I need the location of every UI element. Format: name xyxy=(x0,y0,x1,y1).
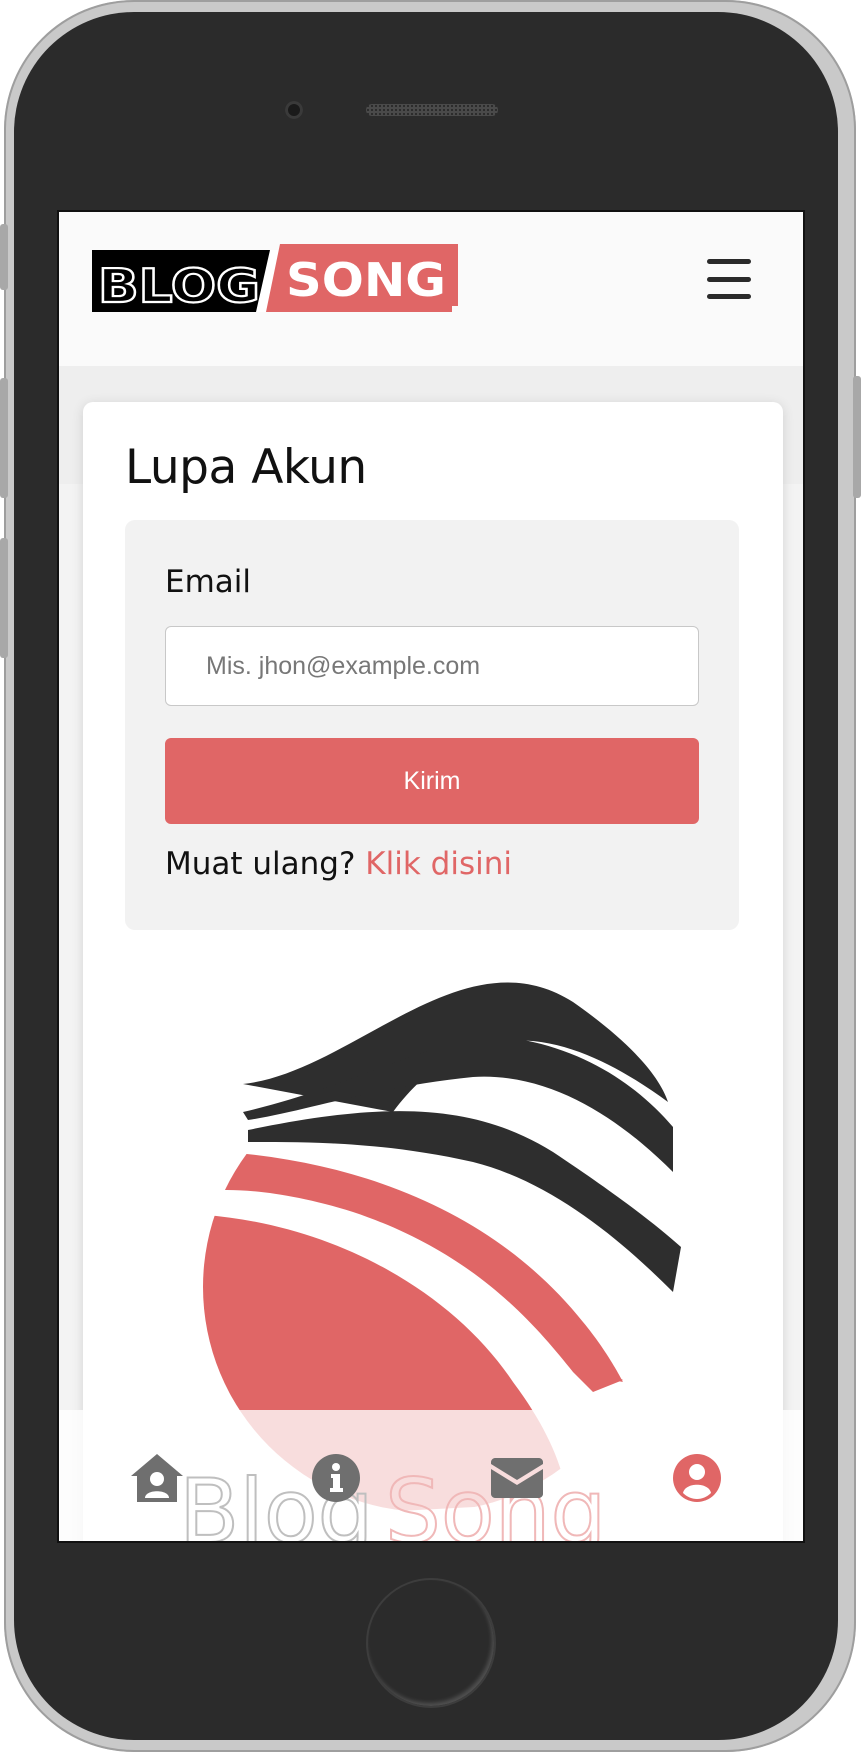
earpiece-speaker xyxy=(366,104,498,116)
nav-message-button[interactable] xyxy=(489,1450,545,1506)
forgot-account-card: Lupa Akun Email Kirim Muat ulang? Klik d… xyxy=(83,402,783,1541)
email-label: Email xyxy=(165,564,252,600)
phone-volume-up-button xyxy=(0,378,8,498)
page-title: Lupa Akun xyxy=(125,440,367,495)
nav-info-button[interactable] xyxy=(308,1450,364,1506)
front-camera xyxy=(285,101,303,119)
user-circle-icon xyxy=(673,1454,721,1502)
bottom-navigation: Blog Song xyxy=(59,1410,803,1541)
menu-toggle-button[interactable] xyxy=(707,259,751,299)
hamburger-bar xyxy=(707,259,751,264)
phone-home-button[interactable] xyxy=(366,1578,496,1708)
info-icon xyxy=(312,1454,360,1502)
envelope-icon xyxy=(491,1458,543,1498)
phone-mute-switch xyxy=(0,224,8,290)
device-stage: BLOG SONG Lupa Akun Email Kirim Muat ula… xyxy=(0,0,862,1754)
submit-button[interactable]: Kirim xyxy=(165,738,699,824)
top-navbar: BLOG SONG xyxy=(59,212,803,366)
logo-text-blog: BLOG xyxy=(98,259,260,313)
reload-link[interactable]: Klik disini xyxy=(365,846,512,882)
hamburger-bar xyxy=(707,294,751,299)
home-user-icon xyxy=(131,1454,183,1502)
reload-prompt: Muat ulang? Klik disini xyxy=(165,846,512,882)
nav-home-button[interactable] xyxy=(129,1450,185,1506)
blogsong-logo[interactable]: BLOG SONG xyxy=(92,244,458,314)
phone-power-button xyxy=(853,376,861,498)
forgot-account-form: Email Kirim Muat ulang? Klik disini xyxy=(125,520,739,930)
logo-text-song: SONG xyxy=(286,253,446,307)
email-field[interactable] xyxy=(165,626,699,706)
reload-text: Muat ulang? xyxy=(165,846,356,882)
phone-screen: BLOG SONG Lupa Akun Email Kirim Muat ula… xyxy=(57,210,805,1543)
hamburger-bar xyxy=(707,276,751,282)
nav-account-button[interactable] xyxy=(669,1450,725,1506)
phone-volume-down-button xyxy=(0,538,8,658)
